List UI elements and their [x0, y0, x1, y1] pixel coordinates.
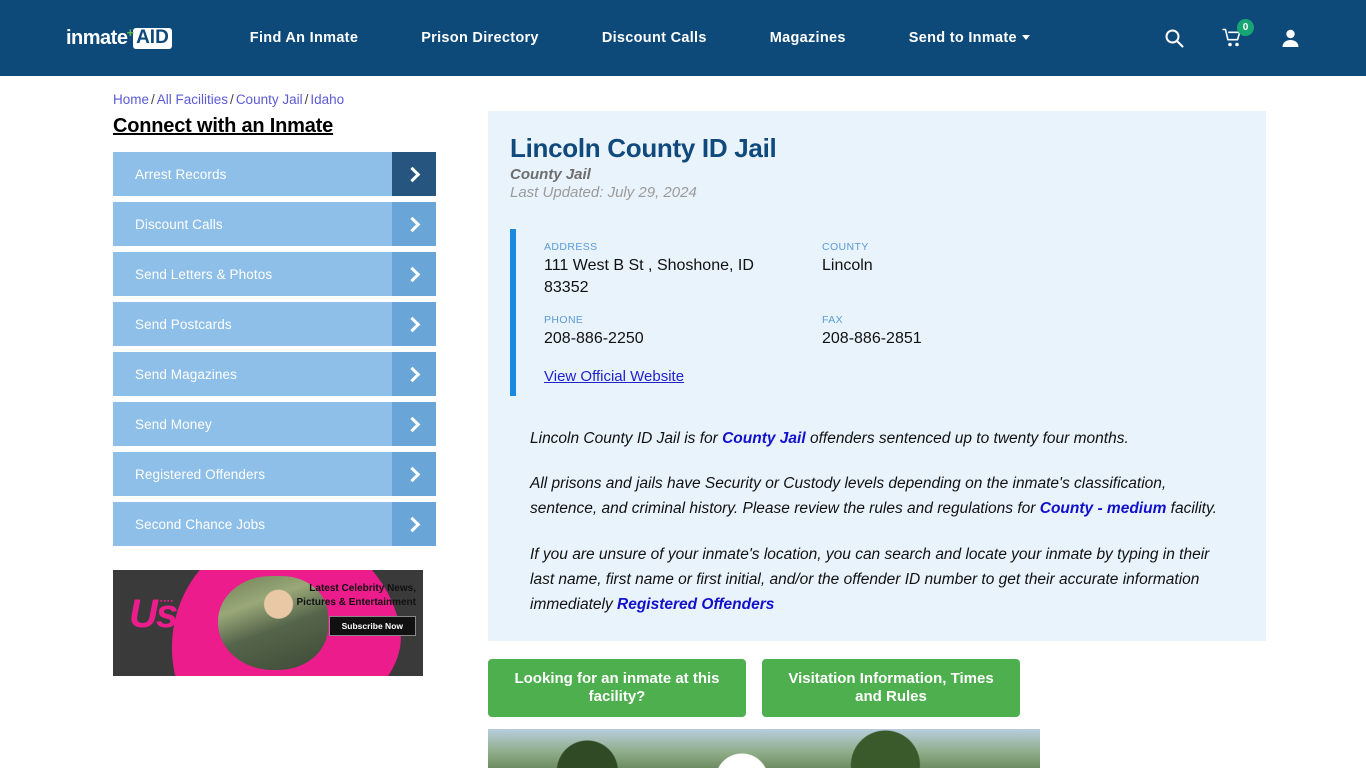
nav-item-send-to-inmate[interactable]: Send to Inmate	[909, 30, 1030, 46]
desc-p2-link[interactable]: County - medium	[1040, 500, 1167, 517]
sidebar-item-send-money[interactable]: Send Money	[113, 402, 436, 446]
info-value: 111 West B St , Shoshone, ID 83352	[544, 257, 754, 296]
chevron-right-icon	[392, 202, 436, 246]
sidebar-item-label: Registered Offenders	[135, 466, 266, 482]
chevron-down-icon	[1021, 34, 1030, 40]
sidebar-item-registered-offenders[interactable]: Registered Offenders	[113, 452, 436, 496]
info-label: COUNTY	[822, 241, 869, 253]
info-label: PHONE	[544, 314, 584, 327]
facility-photo	[488, 729, 1040, 768]
sidebar-item-send-letters-photos[interactable]: Send Letters & Photos	[113, 252, 436, 296]
info-field-phone: PHONE 208-886-2250	[544, 314, 822, 350]
desc-p3-link[interactable]: Registered Offenders	[617, 596, 774, 613]
nav-item-find-an-inmate[interactable]: Find An Inmate	[250, 30, 358, 46]
site-logo[interactable]: inmate + AID	[66, 24, 172, 50]
chevron-right-icon	[392, 402, 436, 446]
breadcrumb-item-county-jail[interactable]: County Jail	[236, 92, 303, 107]
sidebar-item-label: Send Money	[135, 416, 212, 432]
main-content: Lincoln County ID Jail County Jail Last …	[436, 111, 1266, 768]
logo-aid: AID	[133, 27, 172, 49]
chevron-right-icon	[392, 252, 436, 296]
description-paragraph-2: All prisons and jails have Security or C…	[530, 471, 1230, 522]
breadcrumb-separator: /	[151, 92, 155, 107]
ad-tagline: Latest Celebrity News, Pictures & Entert…	[296, 583, 416, 608]
nav-item-magazines[interactable]: Magazines	[770, 30, 846, 46]
info-field-county: COUNTY Lincoln	[822, 241, 1236, 298]
sidebar-item-send-postcards[interactable]: Send Postcards	[113, 302, 436, 346]
facility-panel: Lincoln County ID Jail County Jail Last …	[488, 111, 1266, 642]
desc-p1-text-a: Lincoln County ID Jail is for	[530, 429, 723, 447]
find-inmate-button[interactable]: Looking for an inmate at this facility?	[488, 659, 746, 718]
sidebar: Connect with an Inmate Arrest Records Di…	[100, 111, 436, 676]
nav-item-prison-directory[interactable]: Prison Directory	[421, 30, 539, 46]
facility-description: Lincoln County ID Jail is for County Jai…	[510, 426, 1236, 618]
page-container: Home / All Facilities / County Jail / Idaho Co…	[0, 76, 1366, 768]
sidebar-item-label: Send Magazines	[135, 366, 237, 382]
desc-p2-text-b: facility.	[1166, 500, 1217, 518]
content-columns: Connect with an Inmate Arrest Records Di…	[100, 111, 1266, 768]
description-paragraph-3: If you are unsure of your inmate's locat…	[530, 542, 1230, 618]
nav-links: Find An Inmate Prison Directory Discount…	[250, 30, 1164, 46]
page-title: Lincoln County ID Jail	[510, 133, 777, 163]
view-official-website-link[interactable]: View Official Website	[544, 368, 684, 385]
info-label: ADDRESS	[544, 241, 598, 253]
breadcrumb-separator: /	[230, 92, 234, 107]
nav-item-send-to-inmate-label: Send to Inmate	[908, 30, 1017, 46]
info-value: 208-886-2851	[822, 330, 922, 348]
sidebar-item-send-magazines[interactable]: Send Magazines	[113, 352, 436, 396]
cart-icon[interactable]: 0	[1222, 19, 1254, 48]
info-field-address: ADDRESS 111 West B St , Shoshone, ID 833…	[544, 241, 822, 298]
breadcrumb-item-idaho[interactable]: Idaho	[310, 92, 344, 107]
chevron-right-icon	[392, 152, 436, 196]
sidebar-item-second-chance-jobs[interactable]: Second Chance Jobs	[113, 502, 436, 546]
sidebar-item-label: Send Postcards	[135, 316, 232, 332]
chevron-right-icon	[392, 302, 436, 346]
ad-subscribe-button[interactable]: Subscribe Now	[328, 616, 416, 636]
sidebar-item-discount-calls[interactable]: Discount Calls	[113, 202, 436, 246]
user-icon[interactable]	[1281, 28, 1300, 48]
nav-item-discount-calls[interactable]: Discount Calls	[602, 30, 707, 46]
sidebar-item-arrest-records[interactable]: Arrest Records	[113, 152, 436, 196]
facility-info-block: ADDRESS 111 West B St , Shoshone, ID 833…	[510, 229, 1236, 396]
logo-plus-icon: +	[126, 24, 135, 40]
logo-word: inmate	[66, 26, 128, 49]
sidebar-title: Connect with an Inmate	[113, 115, 334, 137]
visitation-info-button[interactable]: Visitation Information, Times and Rules	[762, 659, 1020, 718]
top-navigation-bar: inmate + AID Find An Inmate Prison Directo…	[0, 0, 1366, 76]
desc-p1-link[interactable]: County Jail	[722, 430, 806, 447]
sidebar-item-label: Arrest Records	[135, 166, 227, 182]
facility-type: County Jail	[510, 166, 591, 183]
sidebar-item-label: Send Letters & Photos	[135, 266, 273, 282]
chevron-right-icon	[392, 352, 436, 396]
chevron-right-icon	[392, 502, 436, 546]
breadcrumb-separator: /	[304, 92, 309, 107]
breadcrumb: Home / All Facilities / County Jail / Idaho	[100, 76, 1266, 111]
sidebar-item-label: Second Chance Jobs	[135, 516, 266, 532]
info-value: 208-886-2250	[544, 330, 644, 348]
info-field-fax: FAX 208-886-2851	[822, 314, 1236, 350]
cta-button-row: Looking for an inmate at this facility? …	[488, 659, 1266, 718]
ad-content: Latest Celebrity News, Pictures & Entert…	[291, 582, 416, 636]
desc-p1-text-b: offenders sentenced up to twenty four mo…	[805, 429, 1129, 447]
nav-icon-group: 0	[1164, 19, 1300, 48]
info-value: Lincoln	[822, 257, 873, 274]
cart-count-badge: 0	[1237, 19, 1254, 36]
chevron-right-icon	[392, 452, 436, 496]
ad-brand-dots: ▪▪▪▪	[160, 598, 174, 605]
sidebar-item-label: Discount Calls	[135, 216, 223, 232]
breadcrumb-item-home[interactable]: Home	[113, 92, 149, 107]
facility-info-grid: ADDRESS 111 West B St , Shoshone, ID 833…	[544, 241, 1236, 350]
search-icon[interactable]	[1164, 28, 1184, 48]
advertisement-banner[interactable]: Us ▪▪▪▪ Latest Celebrity News, Pictures …	[113, 570, 423, 676]
last-updated: Last Updated: July 29, 2024	[510, 184, 697, 201]
info-label: FAX	[822, 314, 844, 327]
description-paragraph-1: Lincoln County ID Jail is for County Jai…	[530, 426, 1230, 451]
breadcrumb-item-all-facilities[interactable]: All Facilities	[157, 92, 228, 107]
